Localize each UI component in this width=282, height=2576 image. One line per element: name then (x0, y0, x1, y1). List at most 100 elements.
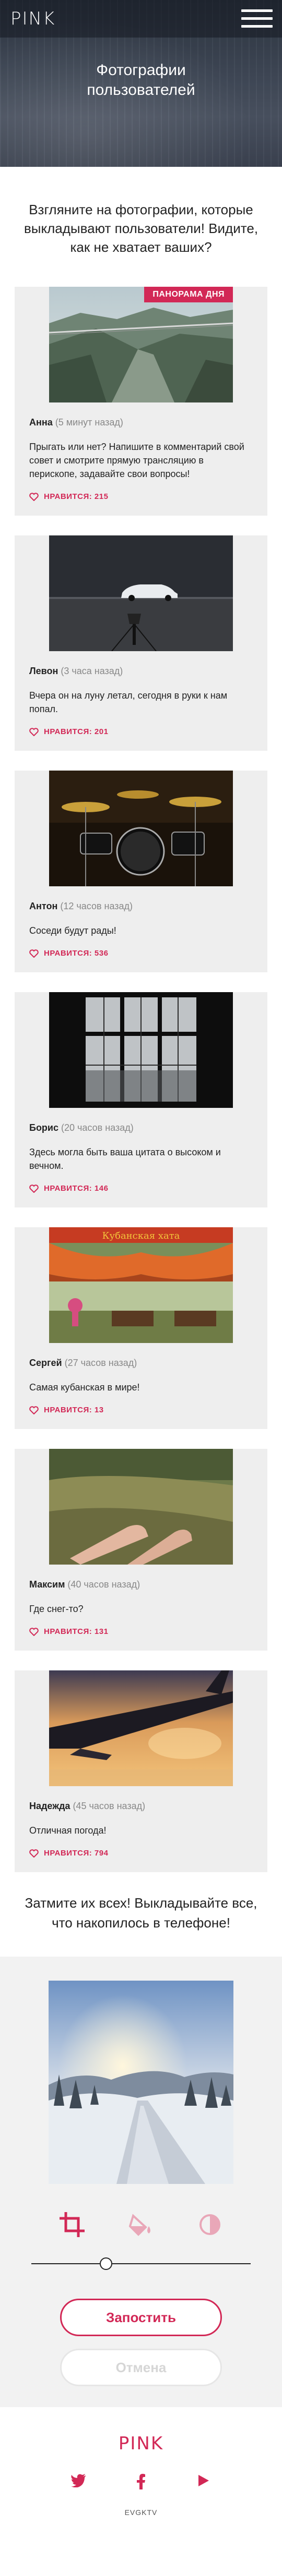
post-photo[interactable] (49, 1670, 233, 1786)
post-text: Где снег-то? (29, 1604, 84, 1614)
like-button[interactable]: НРАВИТСЯ: 13 (29, 1406, 253, 1414)
fill-icon (128, 2214, 150, 2236)
post-text: Соседи будут рады! (29, 925, 116, 936)
post-photo[interactable] (49, 771, 233, 886)
youtube-icon (198, 2475, 209, 2486)
tent-sign-text: Кубанская хата (102, 1230, 180, 1241)
cancel-button[interactable]: Отмена (60, 2349, 222, 2386)
post-card: Кубанская хата Сергей (27 часов назад) С… (15, 1227, 267, 1429)
post-photo[interactable] (49, 1449, 233, 1565)
author-name[interactable]: Антон (29, 901, 57, 911)
author-name[interactable]: Анна (29, 417, 53, 428)
heart-icon (29, 1627, 39, 1636)
post-author: Сергей (27 часов назад) (29, 1357, 253, 1369)
photo-editor: Запостить Отмена (0, 1957, 282, 2407)
photo-canyon-bridge (49, 287, 233, 402)
editor-tools (0, 2209, 282, 2240)
post-author: Антон (12 часов назад) (29, 900, 253, 912)
contrast-tool-button[interactable] (194, 2209, 226, 2240)
like-button[interactable]: НРАВИТСЯ: 536 (29, 949, 253, 958)
photo-kuban-tent: Кубанская хата (49, 1227, 233, 1343)
burger-line (241, 25, 273, 28)
photo-drum-kit (49, 771, 233, 886)
heart-icon (29, 949, 39, 958)
post-photo[interactable] (49, 535, 233, 651)
post-card: Максим (40 часов назад) Где снег-то? НРА… (15, 1449, 267, 1651)
likes-count: НРАВИТСЯ: 794 (44, 1849, 109, 1858)
publish-button[interactable]: Запостить (60, 2299, 222, 2336)
upload-preview-photo (49, 1981, 233, 2184)
author-name[interactable]: Сергей (29, 1358, 62, 1368)
heart-icon (29, 727, 39, 736)
post-time: (3 часа назад) (61, 666, 123, 676)
post-text: Вчера он на луну летал, сегодня в руки к… (29, 690, 228, 714)
divider (0, 1207, 282, 1227)
page-footer: PINK EVGKTV (0, 2407, 282, 2537)
like-button[interactable]: НРАВИТСЯ: 794 (29, 1849, 253, 1858)
intro-text: Взгляните на фотографии, которые выклады… (24, 202, 258, 255)
post-card: Надежда (45 часов назад) Отличная погода… (15, 1670, 267, 1872)
like-button[interactable]: НРАВИТСЯ: 215 (29, 492, 253, 501)
photo-plane-wing-sunset (49, 1670, 233, 1786)
divider (0, 516, 282, 535)
photo-window-bw (49, 992, 233, 1108)
divider (0, 751, 282, 771)
post-author: Анна (5 минут назад) (29, 416, 253, 429)
author-name[interactable]: Надежда (29, 1801, 70, 1811)
fill-tool-button[interactable] (125, 2209, 157, 2240)
post-text: Прыгать или нет? Напишите в комментарий … (29, 442, 244, 479)
page-title: Фотографии пользователей (87, 62, 195, 99)
author-name[interactable]: Левон (29, 666, 58, 676)
photo-feet-field (49, 1449, 233, 1565)
post-time: (45 часов назад) (73, 1801, 146, 1811)
like-button[interactable]: НРАВИТСЯ: 146 (29, 1184, 253, 1193)
twitter-link[interactable] (70, 2474, 86, 2489)
like-button[interactable]: НРАВИТСЯ: 131 (29, 1627, 253, 1636)
likes-count: НРАВИТСЯ: 146 (44, 1184, 109, 1193)
likes-count: НРАВИТСЯ: 536 (44, 949, 109, 958)
post-time: (12 часов назад) (60, 901, 133, 911)
youtube-link[interactable] (196, 2474, 212, 2489)
likes-count: НРАВИТСЯ: 13 (44, 1406, 104, 1414)
likes-count: НРАВИТСЯ: 131 (44, 1627, 109, 1636)
crop-tool-button[interactable] (56, 2209, 88, 2240)
post-photo[interactable]: ПАНОРАМА ДНЯ (49, 287, 233, 402)
like-button[interactable]: НРАВИТСЯ: 201 (29, 727, 253, 736)
author-name[interactable]: Максим (29, 1579, 65, 1590)
divider (0, 1429, 282, 1449)
heart-icon (29, 492, 39, 501)
post-card: Левон (3 часа назад) Вчера он на луну ле… (15, 535, 267, 751)
slider-track (31, 2263, 251, 2264)
top-bar: PINK (0, 0, 282, 38)
post-photo[interactable] (49, 992, 233, 1108)
author-name[interactable]: Борис (29, 1122, 58, 1133)
twitter-icon (71, 2474, 86, 2488)
adjust-slider[interactable] (31, 2256, 251, 2272)
divider (0, 972, 282, 992)
menu-burger-icon[interactable] (241, 7, 273, 30)
copyright-text: EVGKTV (124, 2508, 158, 2517)
contrast-icon (199, 2214, 220, 2235)
facebook-icon (137, 2474, 145, 2489)
post-time: (20 часов назад) (61, 1122, 134, 1133)
heart-icon (29, 1406, 39, 1414)
post-author: Борис (20 часов назад) (29, 1121, 253, 1134)
footer-logo[interactable]: PINK (0, 2433, 282, 2454)
slider-thumb[interactable] (99, 2257, 112, 2270)
crop-icon (60, 2212, 85, 2237)
post-card: ПАНОРАМА ДНЯ Анна (5 минут назад) Прыгат… (15, 287, 267, 516)
heart-icon (29, 1849, 39, 1858)
facebook-link[interactable] (133, 2474, 149, 2489)
post-photo[interactable]: Кубанская хата (49, 1227, 233, 1343)
divider (0, 1651, 282, 1670)
burger-line (241, 9, 273, 12)
logo[interactable]: PINK (10, 8, 55, 29)
post-time: (40 часов назад) (67, 1579, 140, 1590)
post-text: Самая кубанская в мире! (29, 1382, 140, 1393)
post-author: Левон (3 часа назад) (29, 665, 253, 677)
likes-count: НРАВИТСЯ: 215 (44, 492, 109, 501)
photo-car-night (49, 535, 233, 651)
post-author: Надежда (45 часов назад) (29, 1800, 253, 1812)
post-text: Здесь могла быть ваша цитата о высоком и… (29, 1147, 221, 1171)
post-card: Борис (20 часов назад) Здесь могла быть … (15, 992, 267, 1207)
